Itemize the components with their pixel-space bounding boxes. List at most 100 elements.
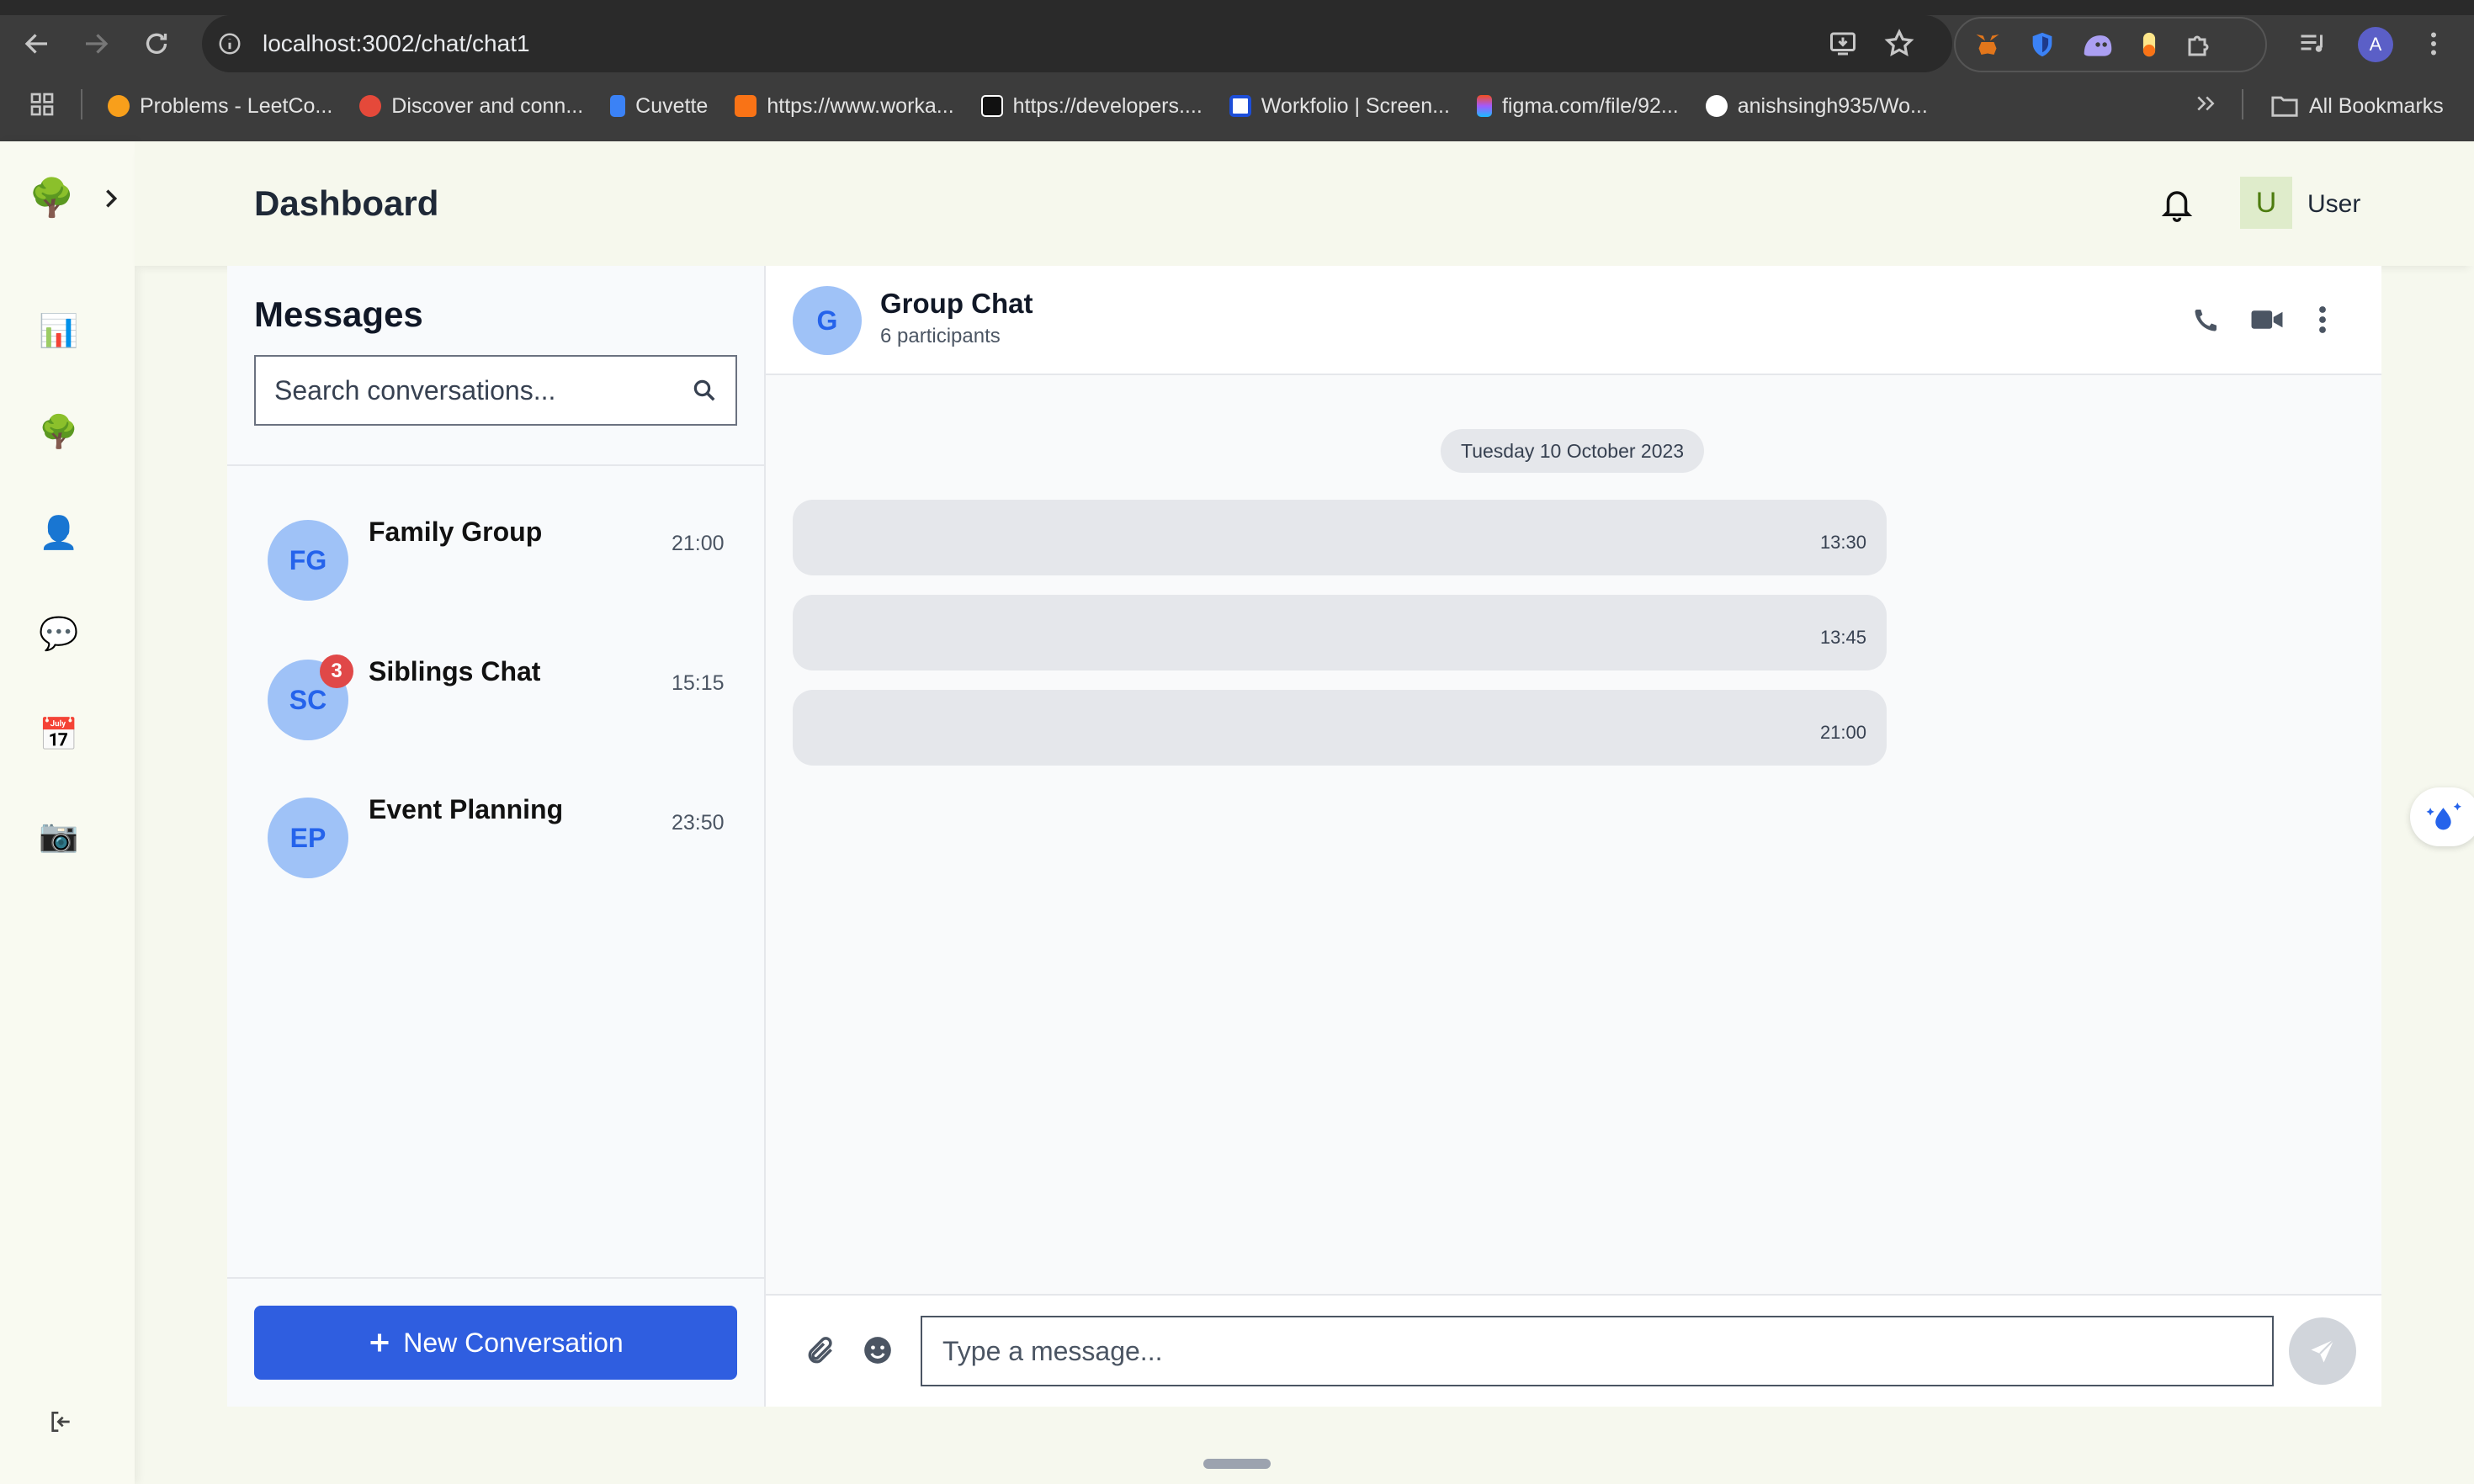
apps-grid-icon[interactable] [29,91,56,118]
divider [227,1277,764,1279]
calendar-icon[interactable]: 📅 [39,715,79,755]
conversation-avatar: FG [268,520,348,601]
ghost-extension-icon[interactable] [2082,30,2114,59]
bookmark-item[interactable]: anishsingh935/Wo... [1705,94,1928,119]
bookmark-favicon-icon [1229,95,1251,117]
tab-strip [0,0,2474,15]
video-call-icon[interactable] [2250,306,2284,333]
search-input[interactable]: Search conversations... [254,355,737,426]
send-button[interactable] [2289,1317,2356,1385]
bookmark-item[interactable]: Cuvette [610,94,708,119]
conversation-time: 21:00 [672,532,725,555]
send-icon [2307,1336,2338,1366]
folder-icon [2270,93,2299,119]
phone-icon[interactable] [2191,305,2222,335]
message-time: 21:00 [1819,722,1866,743]
attachment-icon[interactable] [804,1334,836,1368]
bookmark-item[interactable]: https://www.worka... [735,94,954,119]
chat-header: G Group Chat 6 participants [766,266,2381,375]
chat-window: G Group Chat 6 participants Tuesday 10 O… [766,266,2381,1407]
message-bubble[interactable]: 13:45 [793,595,1887,670]
bookmarks-bar: Problems - LeetCo... Discover and conn..… [108,87,1928,125]
metamask-extension-icon[interactable] [1972,29,2003,60]
search-placeholder: Search conversations... [274,374,556,405]
capsule-extension-icon[interactable] [2139,30,2159,59]
chat-avatar: G [793,286,862,355]
more-options-icon[interactable] [2317,305,2328,335]
bookmarks-divider [2242,89,2243,119]
tree-icon[interactable]: 🌳 [39,412,79,453]
unread-badge: 3 [320,655,353,688]
messages-heading: Messages [254,294,423,334]
date-separator: Tuesday 10 October 2023 [1441,429,1705,473]
search-icon[interactable] [692,378,717,403]
assistant-float-button[interactable] [2410,787,2474,846]
page-title: Dashboard [254,183,439,223]
all-bookmarks-folder[interactable]: All Bookmarks [2270,87,2444,125]
bookmark-item[interactable]: figma.com/file/92... [1476,94,1679,119]
chat-title: Group Chat [880,288,1033,319]
bookmark-favicon-icon [1476,95,1492,117]
new-conversation-label: New Conversation [403,1327,624,1358]
logout-icon[interactable] [47,1408,74,1435]
reload-icon[interactable] [141,29,172,59]
chart-icon[interactable]: 📊 [39,311,79,352]
bookmark-favicon-icon [1705,95,1728,117]
bookmark-favicon-icon [359,95,382,117]
extensions-group [1954,17,2267,72]
conversations-panel: Messages Search conversations... FG Fami… [227,266,766,1407]
app-sidebar: 🌳 📊 🌳 👤 💬 📅 📷 [0,141,135,1484]
message-bubble[interactable]: 13:30 [793,500,1887,575]
browser-menu-icon[interactable] [2425,29,2442,59]
new-conversation-button[interactable]: New Conversation [254,1306,737,1380]
conversation-time: 23:50 [672,811,725,835]
bookmark-favicon-icon [108,95,130,117]
bookmark-item[interactable]: https://developers.... [980,94,1202,119]
message-time: 13:30 [1819,532,1866,553]
bookmark-item[interactable]: Discover and conn... [359,94,583,119]
bookmark-item[interactable]: Problems - LeetCo... [108,94,332,119]
divider [227,464,764,466]
conversation-item[interactable]: EP Event Planning 23:50 [227,769,764,907]
sparkle-drop-icon [2425,800,2464,834]
conversation-time: 15:15 [672,671,725,695]
bookmark-star-icon[interactable] [1883,28,1915,60]
user-name[interactable]: User [2307,190,2360,219]
conversation-name: Event Planning [369,794,564,824]
bookmark-favicon-icon [610,95,626,117]
conversation-item[interactable]: FG Family Group 21:00 [227,490,764,628]
shield-extension-icon[interactable] [2028,30,2057,59]
expand-sidebar-icon[interactable] [99,187,123,210]
emoji-icon[interactable] [862,1334,894,1366]
user-avatar[interactable]: U [2240,177,2292,229]
more-bookmarks-icon[interactable] [2193,91,2218,116]
bookmarks-divider [81,89,82,119]
user-icon[interactable]: 👤 [39,513,79,554]
install-app-icon[interactable] [1828,29,1858,59]
app-header: Dashboard U User [135,141,2474,266]
bookmark-item[interactable]: Workfolio | Screen... [1229,94,1450,119]
camera-icon[interactable]: 📷 [39,816,79,856]
url-text[interactable]: localhost:3002/chat/chat1 [263,30,530,57]
notification-bell-icon[interactable] [2159,185,2195,224]
message-placeholder: Type a message... [942,1335,1163,1366]
site-info-icon[interactable] [217,31,242,56]
back-icon[interactable] [22,29,52,59]
message-bubble[interactable]: 21:00 [793,690,1887,766]
conversation-item[interactable]: SC 3 Siblings Chat 15:15 [227,629,764,767]
bookmark-favicon-icon [735,95,757,117]
chat-bubble-icon[interactable]: 💬 [39,614,79,655]
bookmark-favicon-icon [980,95,1003,117]
message-composer: Type a message... [766,1294,2381,1407]
scroll-handle[interactable] [1203,1459,1271,1469]
message-time: 13:45 [1819,627,1866,648]
message-input[interactable]: Type a message... [921,1316,2274,1386]
tree-logo-icon[interactable]: 🌳 [29,178,75,219]
conversation-name: Family Group [369,517,543,547]
address-bar[interactable]: localhost:3002/chat/chat1 [202,15,1952,72]
media-control-icon[interactable] [2297,29,2328,59]
extensions-puzzle-icon[interactable] [2185,29,2215,60]
profile-avatar[interactable]: A [2358,27,2393,62]
conversation-name: Siblings Chat [369,656,541,686]
forward-icon[interactable] [81,29,111,59]
